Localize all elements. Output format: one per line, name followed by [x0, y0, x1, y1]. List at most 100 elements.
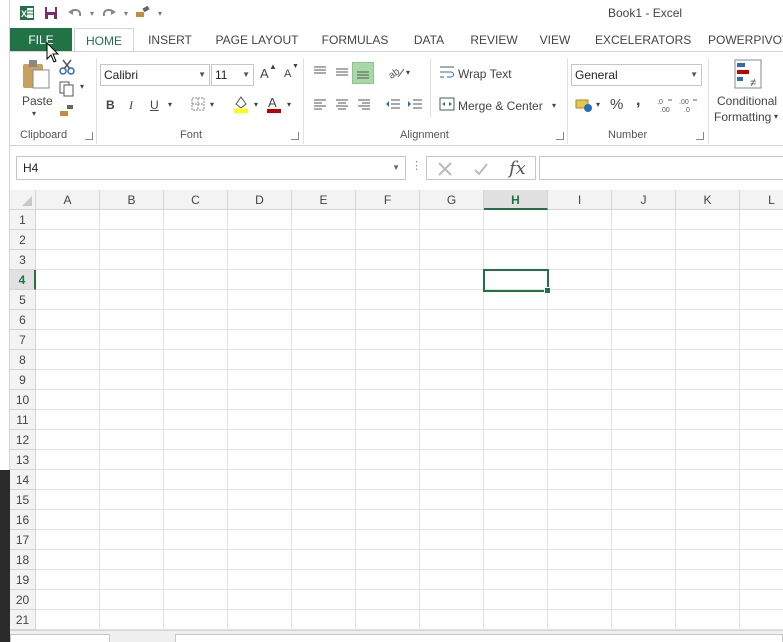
conditional-formatting-line2[interactable]: Formatting: [714, 110, 771, 124]
redo-dropdown-icon[interactable]: ▾: [124, 9, 128, 18]
decrease-decimal-icon[interactable]: .00.0: [678, 96, 698, 114]
tab-insert[interactable]: INSERT: [147, 28, 193, 52]
column-header-b[interactable]: B: [100, 190, 164, 210]
cut-icon[interactable]: [58, 58, 76, 76]
increase-indent-icon[interactable]: [406, 96, 424, 112]
row-header-21[interactable]: 21: [10, 610, 36, 630]
tab-powerpivot[interactable]: POWERPIVOT: [708, 28, 783, 52]
percent-style-button[interactable]: %: [610, 96, 623, 113]
underline-button[interactable]: U: [150, 98, 159, 112]
font-launcher-icon[interactable]: [291, 132, 299, 140]
column-header-j[interactable]: J: [612, 190, 676, 210]
tab-file[interactable]: FILE: [10, 28, 72, 52]
column-header-g[interactable]: G: [420, 190, 484, 210]
tab-home[interactable]: HOME: [74, 28, 134, 52]
orientation-icon[interactable]: ab: [386, 64, 406, 80]
tab-excelerators[interactable]: EXCELERATORS: [595, 28, 691, 52]
align-right-icon[interactable]: [355, 96, 373, 112]
align-center-icon[interactable]: [333, 96, 351, 112]
accounting-format-icon[interactable]: [574, 96, 594, 114]
row-header-13[interactable]: 13: [10, 450, 36, 470]
active-cell[interactable]: [483, 269, 551, 294]
wrap-text-icon[interactable]: [438, 64, 456, 80]
select-all-button[interactable]: [10, 190, 36, 210]
clipboard-launcher-icon[interactable]: [85, 132, 93, 140]
undo-dropdown-icon[interactable]: ▾: [90, 9, 94, 18]
conditional-formatting-dropdown-icon[interactable]: ▾: [774, 112, 778, 121]
row-header-17[interactable]: 17: [10, 530, 36, 550]
row-header-7[interactable]: 7: [10, 330, 36, 350]
row-header-20[interactable]: 20: [10, 590, 36, 610]
tab-formulas[interactable]: FORMULAS: [320, 28, 390, 52]
row-header-8[interactable]: 8: [10, 350, 36, 370]
row-header-10[interactable]: 10: [10, 390, 36, 410]
sheet-tab-area[interactable]: [10, 634, 110, 642]
row-header-19[interactable]: 19: [10, 570, 36, 590]
font-size-select[interactable]: 11 ▼: [211, 64, 254, 86]
tab-view[interactable]: VIEW: [538, 28, 572, 52]
decrease-indent-icon[interactable]: [384, 96, 402, 112]
name-box[interactable]: H4 ▼: [16, 156, 406, 180]
save-icon[interactable]: [42, 4, 60, 22]
comma-style-button[interactable]: ,: [636, 92, 640, 110]
underline-dropdown-icon[interactable]: ▾: [168, 100, 172, 109]
horizontal-scrollbar[interactable]: [175, 634, 783, 642]
row-header-14[interactable]: 14: [10, 470, 36, 490]
row-header-15[interactable]: 15: [10, 490, 36, 510]
merge-center-button[interactable]: Merge & Center: [458, 99, 543, 113]
align-left-icon[interactable]: [311, 96, 329, 112]
borders-dropdown-icon[interactable]: ▾: [210, 100, 214, 109]
column-header-f[interactable]: F: [356, 190, 420, 210]
cancel-entry-icon[interactable]: [435, 159, 455, 179]
conditional-formatting-icon[interactable]: ≠: [732, 58, 764, 90]
merge-dropdown-icon[interactable]: ▾: [552, 101, 556, 110]
number-format-select[interactable]: General ▼: [571, 64, 702, 86]
font-name-select[interactable]: Calibri ▼: [100, 64, 210, 86]
row-header-12[interactable]: 12: [10, 430, 36, 450]
bold-button[interactable]: B: [106, 98, 115, 112]
merge-center-icon[interactable]: [438, 96, 456, 112]
font-color-icon[interactable]: A: [265, 94, 283, 114]
accounting-dropdown-icon[interactable]: ▾: [596, 100, 600, 109]
cell-area[interactable]: [36, 210, 783, 630]
column-header-c[interactable]: C: [164, 190, 228, 210]
row-header-3[interactable]: 3: [10, 250, 36, 270]
tab-page-layout[interactable]: PAGE LAYOUT: [213, 28, 301, 52]
formula-input[interactable]: [539, 156, 783, 180]
bottom-align-icon[interactable]: [352, 62, 374, 84]
middle-align-icon[interactable]: [333, 64, 351, 80]
top-align-icon[interactable]: [311, 64, 329, 80]
tab-data[interactable]: DATA: [410, 28, 448, 52]
copy-icon[interactable]: [58, 80, 76, 98]
format-painter-ribbon-icon[interactable]: [58, 102, 76, 120]
insert-function-button[interactable]: fx: [509, 158, 526, 179]
column-header-l[interactable]: L: [740, 190, 783, 210]
row-header-1[interactable]: 1: [10, 210, 36, 230]
redo-icon[interactable]: [100, 4, 118, 22]
fill-color-icon[interactable]: [232, 94, 250, 114]
shrink-font-button[interactable]: A: [284, 68, 291, 80]
row-header-2[interactable]: 2: [10, 230, 36, 250]
row-header-4[interactable]: 4: [10, 270, 36, 290]
orientation-dropdown-icon[interactable]: ▾: [406, 68, 410, 77]
row-header-9[interactable]: 9: [10, 370, 36, 390]
undo-icon[interactable]: [66, 4, 84, 22]
column-header-a[interactable]: A: [36, 190, 100, 210]
conditional-formatting-line1[interactable]: Conditional: [717, 94, 777, 108]
format-painter-icon[interactable]: [134, 4, 152, 22]
font-color-dropdown-icon[interactable]: ▾: [287, 100, 291, 109]
customize-qat-icon[interactable]: ▾: [158, 9, 162, 18]
row-header-6[interactable]: 6: [10, 310, 36, 330]
formula-bar-grip-icon[interactable]: ⋮: [411, 159, 422, 172]
row-header-16[interactable]: 16: [10, 510, 36, 530]
italic-button[interactable]: I: [129, 98, 133, 113]
column-header-i[interactable]: I: [548, 190, 612, 210]
column-header-k[interactable]: K: [676, 190, 740, 210]
column-header-d[interactable]: D: [228, 190, 292, 210]
excel-logo-icon[interactable]: X: [18, 4, 36, 22]
copy-dropdown-icon[interactable]: ▾: [80, 82, 84, 91]
tab-review[interactable]: REVIEW: [470, 28, 518, 52]
row-header-18[interactable]: 18: [10, 550, 36, 570]
column-header-h[interactable]: H: [484, 190, 548, 210]
paste-dropdown-icon[interactable]: ▾: [32, 109, 36, 118]
